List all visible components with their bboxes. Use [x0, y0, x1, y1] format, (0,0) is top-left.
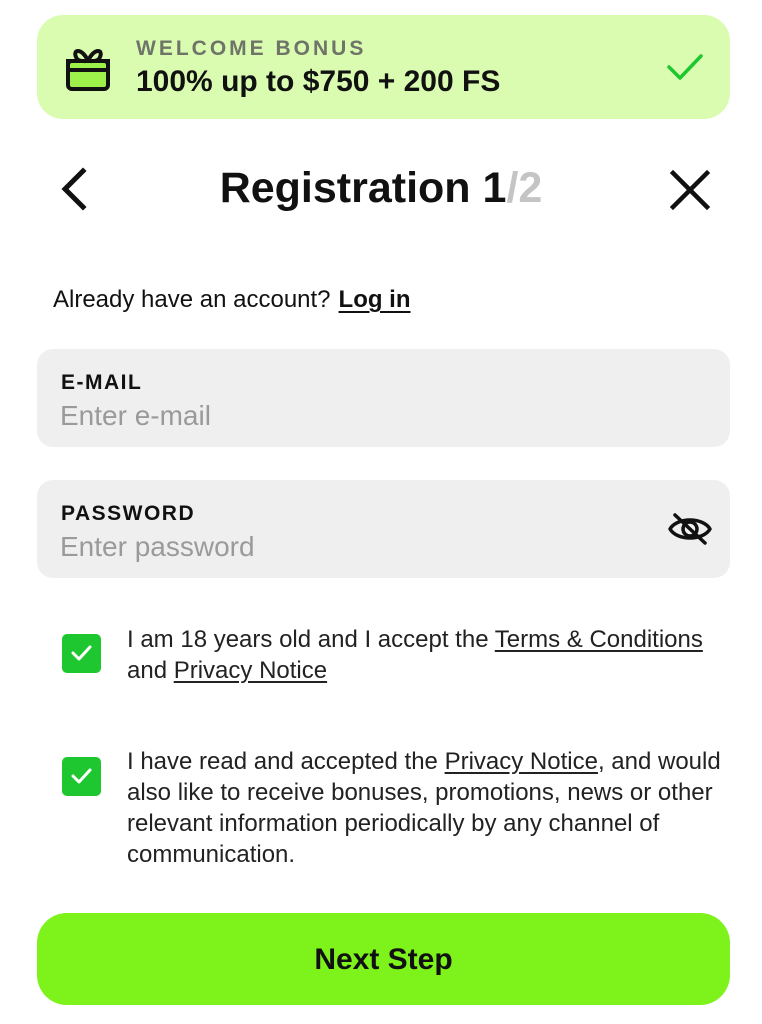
gift-icon	[65, 43, 111, 93]
password-input[interactable]	[60, 530, 620, 564]
page-title-text: Registration	[219, 164, 471, 212]
terms-consent-text: I am 18 years old and I accept the Terms…	[127, 624, 722, 686]
page-title: Registration 1/2	[0, 164, 762, 213]
login-prompt-text: Already have an account?	[53, 286, 331, 313]
consent-text-before: I am 18 years old and I accept the	[127, 626, 495, 653]
checkmark-icon	[71, 768, 92, 784]
step-separator: /	[506, 164, 519, 212]
marketing-checkbox[interactable]	[62, 757, 101, 796]
consent-text-before: I have read and accepted the	[127, 748, 445, 775]
email-field[interactable]: E-MAIL	[37, 349, 730, 447]
marketing-consent-text: I have read and accepted the Privacy Not…	[127, 746, 722, 870]
consent-text-middle: and	[127, 657, 174, 684]
email-label: E-MAIL	[61, 371, 143, 394]
privacy-notice-link[interactable]: Privacy Notice	[174, 657, 327, 684]
login-prompt: Already have an account? Log in	[53, 286, 411, 314]
eye-slash-icon[interactable]	[667, 512, 713, 546]
password-field[interactable]: PASSWORD	[37, 480, 730, 578]
checkmark-icon	[666, 52, 704, 82]
welcome-bonus-banner[interactable]: WELCOME BONUS 100% up to $750 + 200 FS	[37, 15, 730, 119]
step-current: 1	[482, 164, 507, 212]
terms-conditions-link[interactable]: Terms & Conditions	[495, 626, 703, 653]
next-step-button[interactable]: Next Step	[37, 913, 730, 1005]
password-label: PASSWORD	[61, 502, 196, 525]
step-total: 2	[518, 164, 543, 212]
close-button[interactable]	[668, 168, 712, 212]
bonus-headline: 100% up to $750 + 200 FS	[136, 65, 501, 98]
email-input[interactable]	[60, 399, 620, 433]
bonus-eyebrow: WELCOME BONUS	[136, 37, 367, 60]
privacy-notice-link[interactable]: Privacy Notice	[445, 748, 598, 775]
checkmark-icon	[71, 645, 92, 661]
close-icon	[669, 169, 711, 211]
terms-checkbox[interactable]	[62, 634, 101, 673]
login-link[interactable]: Log in	[339, 286, 411, 313]
